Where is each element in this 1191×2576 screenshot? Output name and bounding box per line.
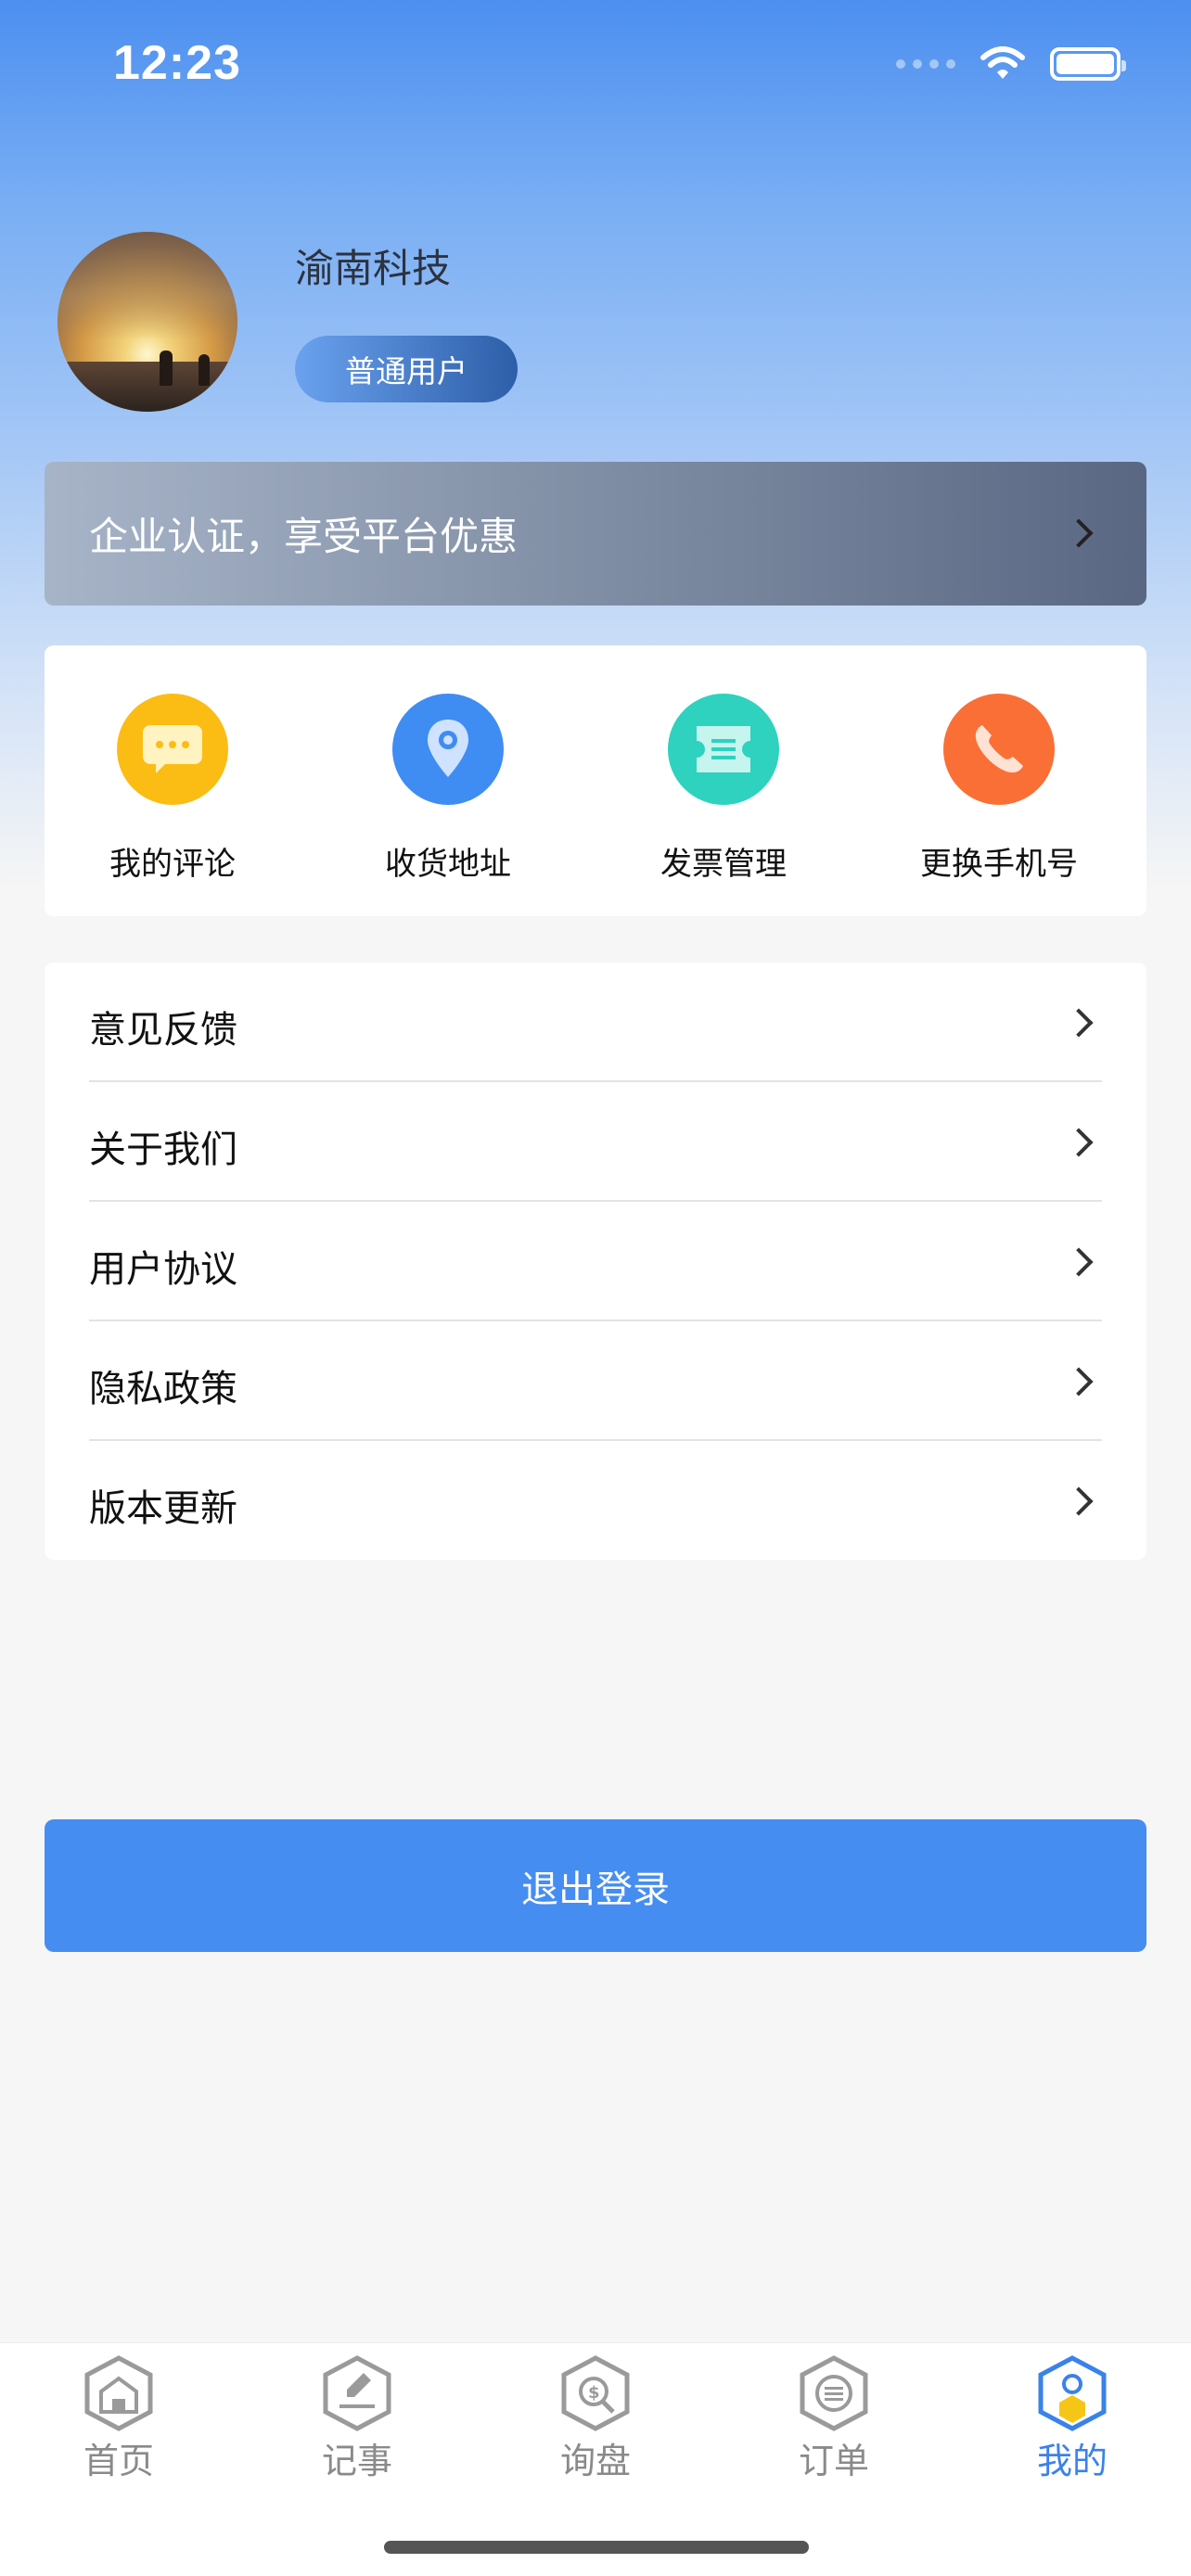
settings-list: 意见反馈 关于我们 用户协议 隐私政策 版本更新 [45, 963, 1146, 1560]
notes-icon [323, 2355, 391, 2431]
quick-action-label: 更换手机号 [920, 846, 1078, 883]
quick-action-label: 收货地址 [385, 846, 511, 883]
user-level-badge: 普通用户 [295, 336, 518, 402]
list-item-label: 意见反馈 [89, 1009, 237, 1052]
list-item-label: 版本更新 [89, 1487, 237, 1530]
chevron-right-icon [1064, 1247, 1094, 1277]
quick-actions-card: 我的评论 收货地址 发票管理 更换手机号 [45, 645, 1146, 916]
user-name: 渝南科技 [295, 246, 452, 291]
enterprise-cert-text: 企业认证，享受平台优惠 [89, 514, 519, 559]
enterprise-cert-banner[interactable]: 企业认证，享受平台优惠 [45, 462, 1146, 606]
quick-action-comments[interactable]: 我的评论 [61, 694, 284, 884]
tab-label: 我的 [1036, 2441, 1108, 2481]
chevron-right-icon [1064, 1367, 1094, 1396]
battery-icon [1050, 47, 1126, 81]
quick-action-label: 我的评论 [109, 846, 236, 883]
invoice-icon [668, 694, 779, 805]
tab-label: 记事 [321, 2441, 392, 2481]
home-icon [84, 2355, 153, 2431]
orders-icon [800, 2355, 868, 2431]
tab-inquiry[interactable]: $ 询盘 [512, 2354, 679, 2483]
wifi-icon [980, 46, 1025, 79]
quick-action-label: 发票管理 [660, 846, 787, 883]
location-pin-icon [392, 694, 504, 805]
list-item-label: 隐私政策 [89, 1368, 237, 1410]
chevron-right-icon [1064, 518, 1094, 548]
tab-label: 订单 [798, 2441, 869, 2481]
logout-button[interactable]: 退出登录 [45, 1819, 1146, 1952]
inquiry-icon: $ [561, 2355, 630, 2431]
list-item-label: 关于我们 [89, 1129, 237, 1171]
quick-action-address[interactable]: 收货地址 [337, 694, 559, 884]
status-time: 12:23 [113, 36, 241, 90]
chevron-right-icon [1064, 1128, 1094, 1157]
list-item-label: 用户协议 [89, 1248, 237, 1291]
chevron-right-icon [1064, 1008, 1094, 1038]
status-icons [896, 46, 1126, 82]
chevron-right-icon [1064, 1486, 1094, 1516]
quick-action-change-phone[interactable]: 更换手机号 [888, 694, 1110, 884]
avatar[interactable] [58, 232, 237, 412]
tab-home[interactable]: 首页 [35, 2354, 202, 2483]
tab-notes[interactable]: 记事 [274, 2354, 441, 2483]
list-item-privacy-policy[interactable]: 隐私政策 [89, 1321, 1102, 1441]
comment-icon [117, 694, 228, 805]
profile-icon [1038, 2355, 1107, 2431]
phone-icon [943, 694, 1055, 805]
list-item-version-update[interactable]: 版本更新 [89, 1441, 1102, 1561]
tab-orders[interactable]: 订单 [750, 2354, 917, 2483]
list-item-user-agreement[interactable]: 用户协议 [89, 1202, 1102, 1321]
list-item-feedback[interactable]: 意见反馈 [89, 963, 1102, 1082]
svg-text:$: $ [588, 2383, 600, 2403]
tab-label: 询盘 [559, 2441, 631, 2481]
tab-label: 首页 [83, 2441, 154, 2481]
signal-icon [896, 59, 955, 69]
quick-action-invoice[interactable]: 发票管理 [612, 694, 835, 884]
home-indicator [384, 2541, 809, 2554]
tab-profile[interactable]: 我的 [989, 2354, 1156, 2483]
list-item-about-us[interactable]: 关于我们 [89, 1082, 1102, 1202]
